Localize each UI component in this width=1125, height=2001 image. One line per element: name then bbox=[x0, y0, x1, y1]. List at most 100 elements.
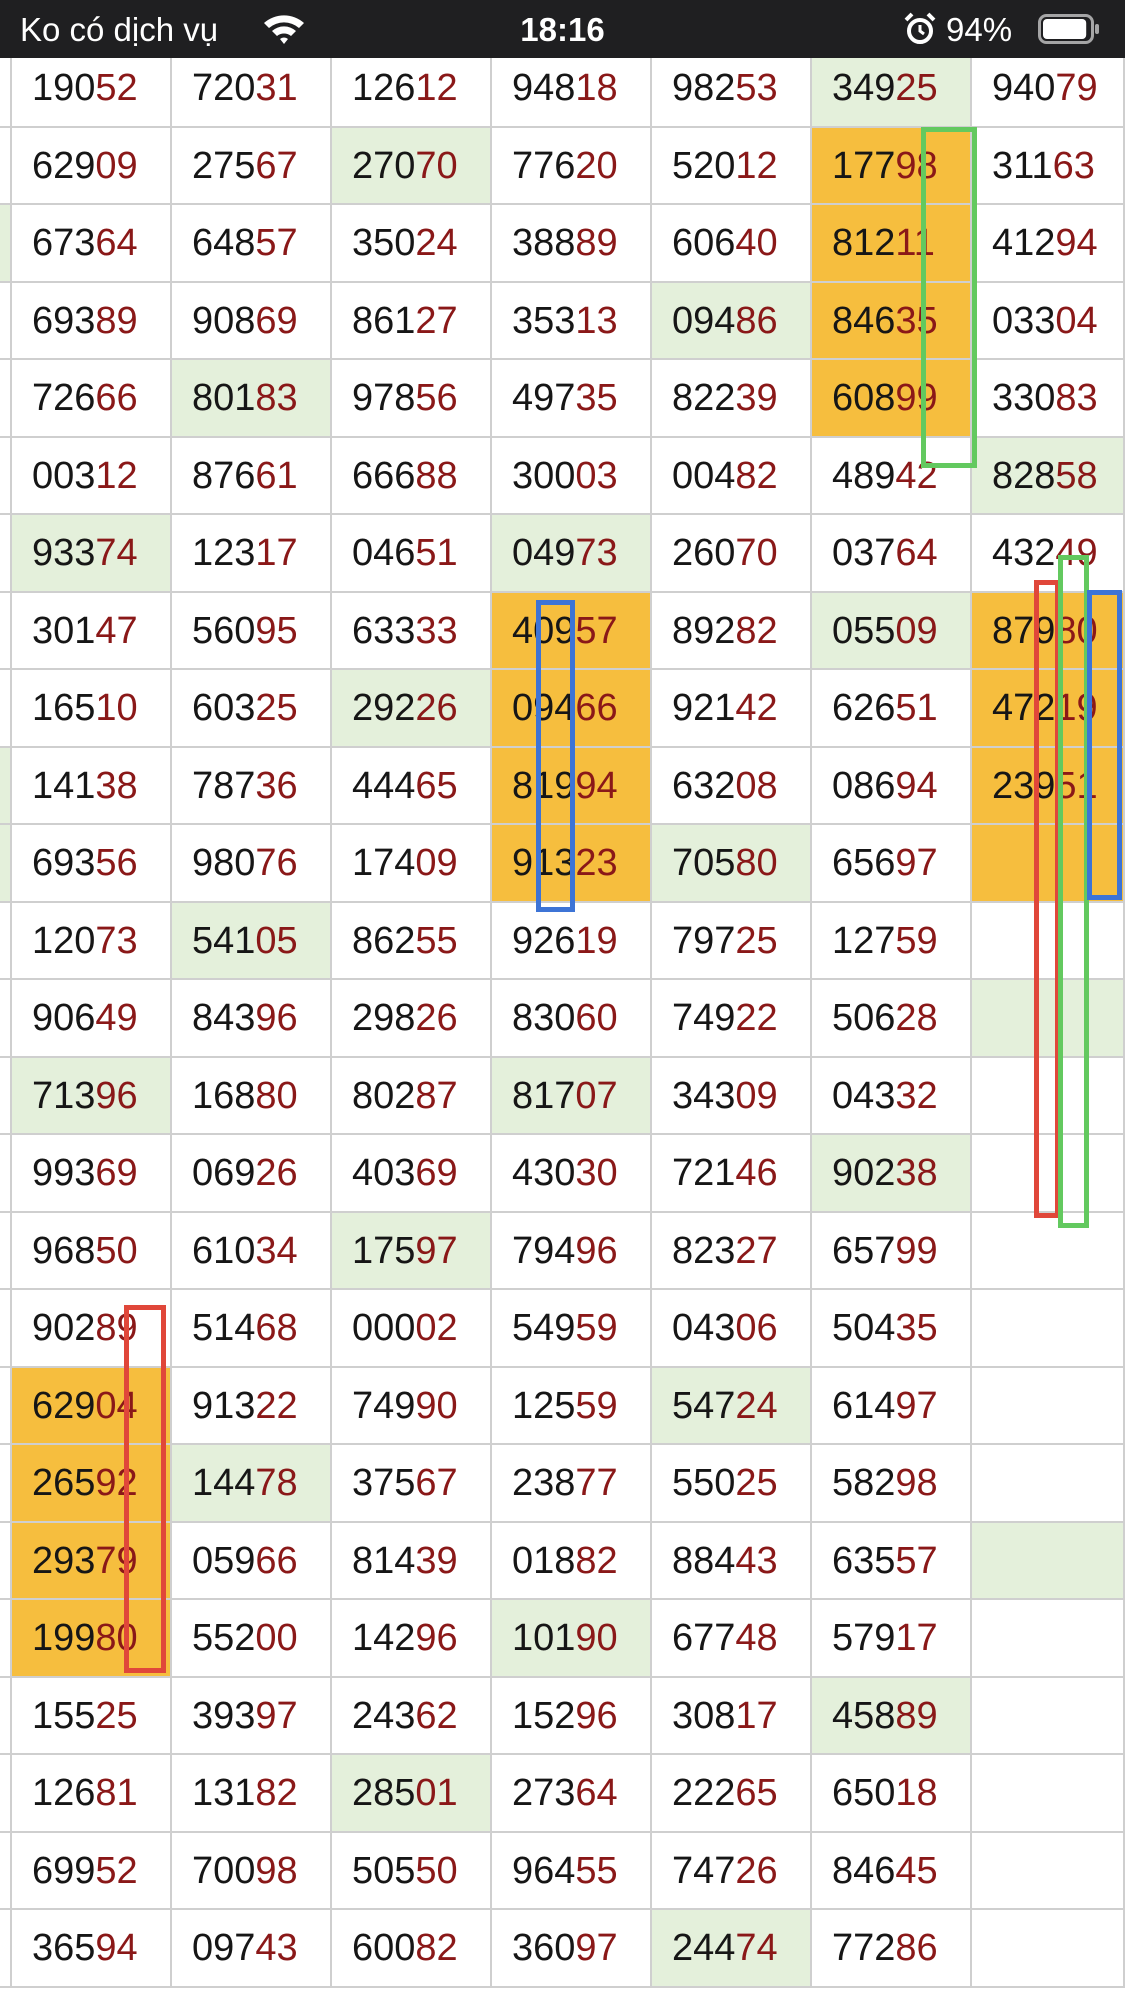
table-row: 99369 06926 40369 43030 72146 90238 bbox=[0, 1135, 1125, 1213]
table-cell: 63208 bbox=[652, 747, 812, 825]
table-cell: 79725 bbox=[652, 902, 812, 980]
table-cell: 38889 bbox=[492, 205, 652, 283]
cell-head-digits: 926 bbox=[512, 919, 576, 962]
cell-tail-digits: 62 bbox=[415, 1694, 458, 1737]
cell-head-digits: 823 bbox=[672, 1229, 736, 1272]
cell-head-digits: 131 bbox=[192, 1772, 256, 1814]
cell-tail-digits: 25 bbox=[735, 919, 778, 962]
cell-tail-digits: 46 bbox=[735, 1152, 778, 1194]
cell-head-digits: 244 bbox=[672, 1927, 736, 1969]
cell-head-digits: 749 bbox=[672, 997, 736, 1039]
cell-tail-digits: 22 bbox=[255, 1384, 298, 1427]
table-cell: 90238 bbox=[812, 1135, 972, 1213]
table-cell: 34309 bbox=[652, 1057, 812, 1135]
table-cell-partial bbox=[0, 1910, 12, 1988]
table-cell: 82239 bbox=[652, 360, 812, 438]
cell-tail-digits: 69 bbox=[415, 1152, 458, 1194]
cell-tail-digits: 51 bbox=[415, 532, 458, 574]
cell-head-digits: 978 bbox=[352, 377, 416, 419]
cell-tail-digits: 53 bbox=[735, 67, 778, 109]
cell-tail-digits: 58 bbox=[1055, 454, 1098, 497]
table-cell: 98076 bbox=[172, 825, 332, 903]
cell-tail-digits: 89 bbox=[895, 1694, 938, 1737]
cell-tail-digits: 97 bbox=[895, 842, 938, 884]
cell-head-digits: 141 bbox=[32, 764, 96, 807]
cell-tail-digits: 50 bbox=[95, 1229, 138, 1272]
cell-head-digits: 292 bbox=[352, 687, 416, 729]
cell-tail-digits: 49 bbox=[95, 997, 138, 1039]
table-cell: 60640 bbox=[652, 205, 812, 283]
cell-head-digits: 720 bbox=[192, 67, 256, 109]
cell-head-digits: 125 bbox=[512, 1384, 576, 1427]
cell-head-digits: 673 bbox=[32, 222, 96, 264]
table-cell-partial bbox=[0, 1445, 12, 1523]
table-cell: 44465 bbox=[332, 747, 492, 825]
table-cell-partial bbox=[0, 1367, 12, 1445]
cell-head-digits: 168 bbox=[192, 1074, 256, 1117]
cell-tail-digits: 82 bbox=[415, 1927, 458, 1969]
table-cell: 70580 bbox=[652, 825, 812, 903]
table-cell: 65018 bbox=[812, 1755, 972, 1833]
table-cell bbox=[972, 1677, 1125, 1755]
cell-tail-digits: 96 bbox=[255, 997, 298, 1039]
cell-head-digits: 497 bbox=[512, 377, 576, 419]
table-cell: 54724 bbox=[652, 1367, 812, 1445]
table-cell: 36594 bbox=[12, 1910, 172, 1988]
cell-tail-digits: 30 bbox=[575, 1152, 618, 1194]
cell-tail-digits: 17 bbox=[255, 532, 298, 574]
cell-head-digits: 656 bbox=[832, 842, 896, 884]
table-cell: 12073 bbox=[12, 902, 172, 980]
cell-tail-digits: 27 bbox=[415, 299, 458, 342]
cell-tail-digits: 90 bbox=[575, 1617, 618, 1659]
table-cell: 91322 bbox=[172, 1367, 332, 1445]
cell-tail-digits: 25 bbox=[95, 1694, 138, 1737]
table-cell: 04973 bbox=[492, 515, 652, 593]
cell-head-digits: 862 bbox=[352, 919, 416, 962]
cell-tail-digits: 65 bbox=[415, 764, 458, 807]
cell-tail-digits: 55 bbox=[575, 1849, 618, 1892]
cell-head-digits: 004 bbox=[672, 454, 736, 497]
table-cell: 22265 bbox=[652, 1755, 812, 1833]
blue-marker-box bbox=[536, 600, 575, 912]
cell-head-digits: 629 bbox=[32, 1384, 96, 1427]
table-cell: 50550 bbox=[332, 1832, 492, 1910]
cell-head-digits: 000 bbox=[352, 1307, 416, 1349]
cell-head-digits: 913 bbox=[192, 1384, 256, 1427]
cell-head-digits: 629 bbox=[32, 144, 96, 187]
table-cell: 90869 bbox=[172, 282, 332, 360]
table-cell: 64857 bbox=[172, 205, 332, 283]
cell-head-digits: 552 bbox=[192, 1617, 256, 1659]
cell-tail-digits: 59 bbox=[575, 1384, 618, 1427]
cell-head-digits: 293 bbox=[32, 1539, 96, 1582]
table-cell: 57917 bbox=[812, 1600, 972, 1678]
cell-head-digits: 787 bbox=[192, 764, 256, 807]
table-cell: 84645 bbox=[812, 1832, 972, 1910]
cell-tail-digits: 25 bbox=[735, 1462, 778, 1504]
cell-head-digits: 101 bbox=[512, 1617, 576, 1659]
table-cell: 12559 bbox=[492, 1367, 652, 1445]
cell-head-digits: 360 bbox=[512, 1927, 576, 1969]
cell-tail-digits: 66 bbox=[575, 687, 618, 729]
table-row: 15525 39397 24362 15296 30817 45889 bbox=[0, 1677, 1125, 1755]
table-cell: 33083 bbox=[972, 360, 1125, 438]
table-cell-partial bbox=[0, 1290, 12, 1368]
table-cell: 24474 bbox=[652, 1910, 812, 1988]
table-cell: 94079 bbox=[972, 50, 1125, 128]
cell-head-digits: 876 bbox=[192, 454, 256, 497]
table-cell: 72031 bbox=[172, 50, 332, 128]
cell-tail-digits: 67 bbox=[255, 144, 298, 187]
cell-head-digits: 311 bbox=[992, 144, 1053, 187]
table-cell: 26070 bbox=[652, 515, 812, 593]
table-cell: 69952 bbox=[12, 1832, 172, 1910]
cell-head-digits: 043 bbox=[832, 1074, 896, 1117]
cell-head-digits: 049 bbox=[512, 532, 576, 574]
cell-head-digits: 776 bbox=[512, 144, 576, 187]
cell-tail-digits: 34 bbox=[255, 1229, 298, 1272]
cell-head-digits: 830 bbox=[512, 997, 576, 1039]
table-cell-partial bbox=[0, 127, 12, 205]
table-cell: 15525 bbox=[12, 1677, 172, 1755]
cell-tail-digits: 20 bbox=[575, 144, 618, 187]
table-cell: 12612 bbox=[332, 50, 492, 128]
cell-tail-digits: 32 bbox=[895, 1074, 938, 1117]
cell-head-digits: 772 bbox=[832, 1927, 896, 1969]
